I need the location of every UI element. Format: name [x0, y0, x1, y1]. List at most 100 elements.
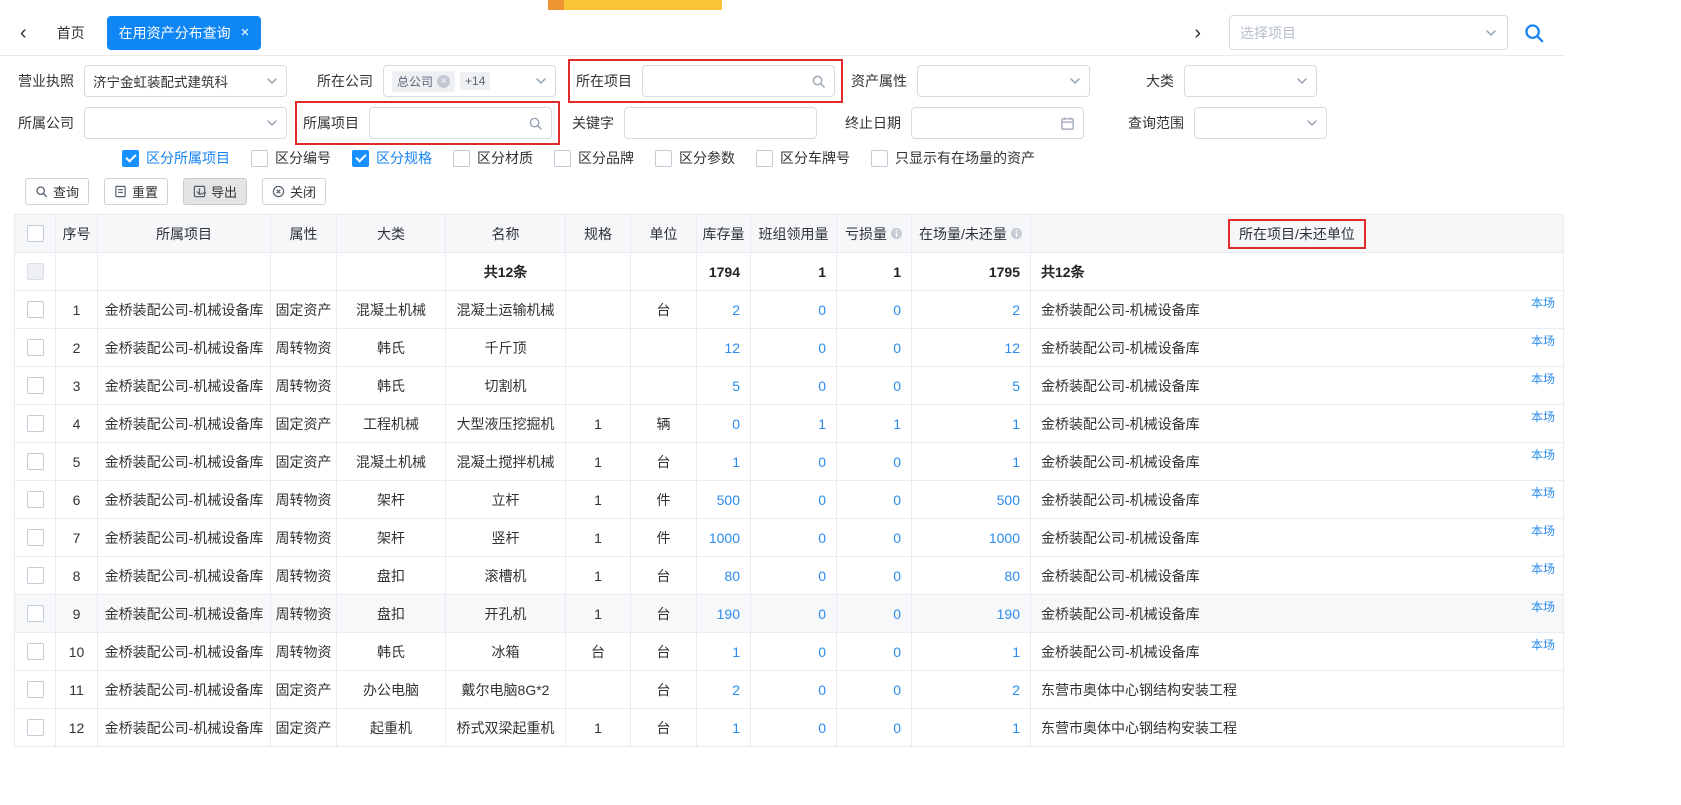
- distinguish-option[interactable]: 区分所属项目: [122, 148, 230, 168]
- loss-value-link[interactable]: 0: [893, 644, 901, 660]
- onsite-value-link[interactable]: 12: [1004, 340, 1020, 356]
- row-checkbox[interactable]: [27, 453, 44, 470]
- company-more-tag[interactable]: +14: [460, 72, 490, 90]
- stock-value-link[interactable]: 2: [732, 682, 740, 698]
- loss-value-link[interactable]: 0: [893, 454, 901, 470]
- onsite-value-link[interactable]: 190: [997, 606, 1020, 622]
- loss-value-link[interactable]: 0: [893, 492, 901, 508]
- keyword-input[interactable]: [624, 107, 817, 139]
- team-usage-value-link[interactable]: 0: [818, 530, 826, 546]
- stock-value-link[interactable]: 2: [732, 302, 740, 318]
- onsite-value-link[interactable]: 1: [1012, 720, 1020, 736]
- distinguish-option[interactable]: 区分车牌号: [756, 148, 850, 168]
- team-usage-value-link[interactable]: 0: [818, 568, 826, 584]
- onsite-value-link[interactable]: 1: [1012, 644, 1020, 660]
- business-license-select[interactable]: 济宁金虹装配式建筑科: [84, 65, 287, 97]
- onsite-value-link[interactable]: 5: [1012, 378, 1020, 394]
- distinguish-option[interactable]: 区分材质: [453, 148, 533, 168]
- info-icon[interactable]: [890, 227, 903, 240]
- category-select[interactable]: [1184, 65, 1317, 97]
- row-checkbox[interactable]: [27, 643, 44, 660]
- calendar-icon[interactable]: [1060, 116, 1075, 131]
- team-usage-value-link[interactable]: 1: [818, 416, 826, 432]
- team-usage-value-link[interactable]: 0: [818, 340, 826, 356]
- stock-value-link[interactable]: 12: [724, 340, 740, 356]
- onsite-here-link[interactable]: 本场: [1531, 332, 1555, 349]
- search-icon[interactable]: [811, 74, 826, 89]
- row-checkbox[interactable]: [27, 681, 44, 698]
- stock-value-link[interactable]: 1: [732, 720, 740, 736]
- option-checkbox[interactable]: [871, 150, 888, 167]
- asset-attr-select[interactable]: [917, 65, 1090, 97]
- tabs-scroll-left-icon[interactable]: ‹: [14, 23, 33, 43]
- row-checkbox[interactable]: [27, 491, 44, 508]
- tab-close-icon[interactable]: ×: [241, 25, 250, 40]
- onsite-here-link[interactable]: 本场: [1531, 522, 1555, 539]
- loss-value-link[interactable]: 0: [893, 530, 901, 546]
- onsite-value-link[interactable]: 80: [1004, 568, 1020, 584]
- option-checkbox[interactable]: [756, 150, 773, 167]
- loss-value-link[interactable]: 0: [893, 606, 901, 622]
- onsite-value-link[interactable]: 1: [1012, 416, 1020, 432]
- team-usage-value-link[interactable]: 0: [818, 378, 826, 394]
- onsite-value-link[interactable]: 2: [1012, 302, 1020, 318]
- team-usage-value-link[interactable]: 0: [818, 302, 826, 318]
- onsite-here-link[interactable]: 本场: [1531, 598, 1555, 615]
- row-checkbox[interactable]: [27, 415, 44, 432]
- onsite-here-link[interactable]: 本场: [1531, 636, 1555, 653]
- onsite-here-link[interactable]: 本场: [1531, 370, 1555, 387]
- query-scope-select[interactable]: [1194, 107, 1327, 139]
- onsite-here-link[interactable]: 本场: [1531, 294, 1555, 311]
- stock-value-link[interactable]: 1: [732, 454, 740, 470]
- stock-value-link[interactable]: 500: [717, 492, 740, 508]
- stock-value-link[interactable]: 5: [732, 378, 740, 394]
- tabs-scroll-right-icon[interactable]: ›: [1188, 23, 1207, 43]
- distinguish-option[interactable]: 区分品牌: [554, 148, 634, 168]
- option-checkbox[interactable]: [122, 150, 139, 167]
- team-usage-value-link[interactable]: 0: [818, 606, 826, 622]
- loss-value-link[interactable]: 0: [893, 568, 901, 584]
- tab-home[interactable]: 首页: [41, 17, 101, 49]
- tab-active-asset-query[interactable]: 在用资产分布查询 ×: [107, 16, 262, 50]
- option-checkbox[interactable]: [251, 150, 268, 167]
- onsite-here-link[interactable]: 本场: [1531, 408, 1555, 425]
- distinguish-option[interactable]: 区分规格: [352, 148, 432, 168]
- tag-close-icon[interactable]: ×: [437, 75, 450, 88]
- onsite-value-link[interactable]: 500: [997, 492, 1020, 508]
- row-checkbox[interactable]: [27, 567, 44, 584]
- team-usage-value-link[interactable]: 0: [818, 720, 826, 736]
- own-company-select[interactable]: [84, 107, 287, 139]
- team-usage-value-link[interactable]: 0: [818, 492, 826, 508]
- loss-value-link[interactable]: 0: [893, 682, 901, 698]
- row-checkbox[interactable]: [27, 301, 44, 318]
- global-search-icon[interactable]: [1523, 22, 1545, 44]
- close-button[interactable]: 关闭: [262, 178, 326, 205]
- loss-value-link[interactable]: 0: [893, 340, 901, 356]
- reset-button[interactable]: 重置: [104, 178, 168, 205]
- onsite-here-link[interactable]: 本场: [1531, 484, 1555, 501]
- distinguish-option[interactable]: 区分参数: [655, 148, 735, 168]
- onsite-value-link[interactable]: 1: [1012, 454, 1020, 470]
- stock-value-link[interactable]: 1000: [709, 530, 740, 546]
- option-checkbox[interactable]: [453, 150, 470, 167]
- loss-value-link[interactable]: 0: [893, 378, 901, 394]
- row-checkbox[interactable]: [27, 719, 44, 736]
- loss-value-link[interactable]: 1: [893, 416, 901, 432]
- row-checkbox[interactable]: [27, 529, 44, 546]
- company-at-select[interactable]: 总公司 × +14: [383, 65, 556, 97]
- loss-value-link[interactable]: 0: [893, 720, 901, 736]
- onsite-value-link[interactable]: 1000: [989, 530, 1020, 546]
- stock-value-link[interactable]: 80: [724, 568, 740, 584]
- stock-value-link[interactable]: 190: [717, 606, 740, 622]
- option-checkbox[interactable]: [655, 150, 672, 167]
- team-usage-value-link[interactable]: 0: [818, 454, 826, 470]
- stock-value-link[interactable]: 0: [732, 416, 740, 432]
- stock-value-link[interactable]: 1: [732, 644, 740, 660]
- loss-value-link[interactable]: 0: [893, 302, 901, 318]
- distinguish-option[interactable]: 区分编号: [251, 148, 331, 168]
- distinguish-option[interactable]: 只显示有在场量的资产: [871, 148, 1035, 168]
- option-checkbox[interactable]: [554, 150, 571, 167]
- row-checkbox[interactable]: [27, 339, 44, 356]
- search-icon[interactable]: [528, 116, 543, 131]
- select-all-checkbox[interactable]: [27, 225, 44, 242]
